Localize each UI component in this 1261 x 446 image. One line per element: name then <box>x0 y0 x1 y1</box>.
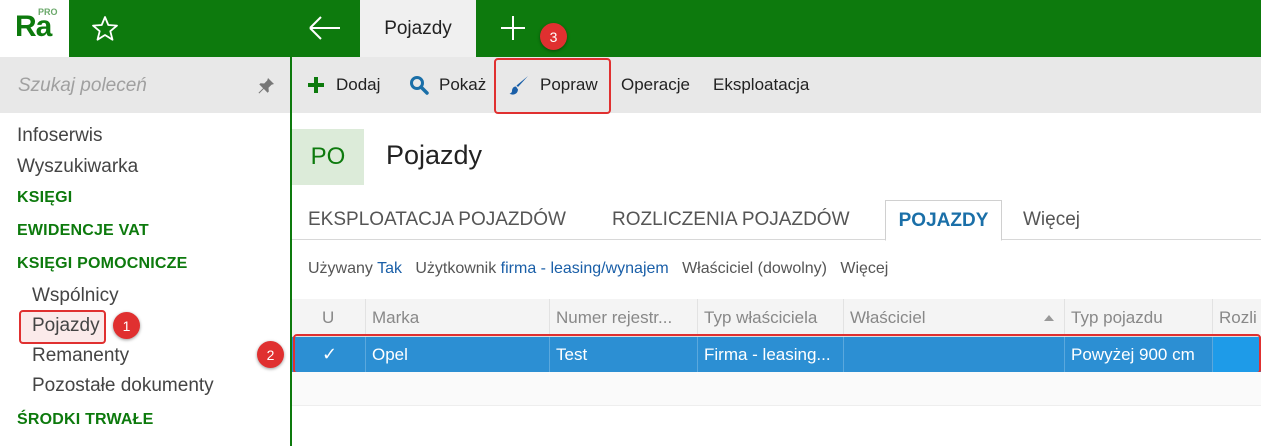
edit-button-highlight <box>494 58 611 114</box>
column-header-typ-wlasciciela[interactable]: Typ właściciela <box>698 299 844 337</box>
add-button-label: Dodaj <box>336 75 381 94</box>
exploitation-button-label: Eksploatacja <box>713 75 810 94</box>
row-highlight <box>293 334 1261 374</box>
filter-more[interactable]: Więcej <box>840 260 888 277</box>
sidebar-item-remanenty[interactable]: Remanenty <box>32 345 129 367</box>
filter-user-value: firma - leasing/wynajem <box>500 260 669 277</box>
filter-user[interactable]: Użytkownik firma - leasing/wynajem <box>415 260 668 277</box>
filter-used-label: Używany <box>308 260 373 277</box>
column-header-wlasciciel[interactable]: Właściciel <box>844 299 1065 337</box>
show-button[interactable]: Pokaż <box>409 57 486 113</box>
plus-icon[interactable] <box>498 13 528 43</box>
show-button-label: Pokaż <box>439 75 487 94</box>
filter-bar: Używany Tak Użytkownik firma - leasing/w… <box>308 260 888 278</box>
add-button[interactable]: Dodaj <box>306 57 380 113</box>
sidebar-item-pojazdy[interactable]: Pojazdy <box>32 315 100 337</box>
filter-owner[interactable]: Właściciel (dowolny) <box>682 260 827 277</box>
tab-rozliczenia-pojazdow[interactable]: ROZLICZENIA POJAZDÓW <box>612 200 850 240</box>
column-header-marka[interactable]: Marka <box>366 299 550 337</box>
operations-button[interactable]: Operacje <box>621 57 690 113</box>
grid-empty-area <box>292 405 1261 446</box>
column-header-typ-pojazdu[interactable]: Typ pojazdu <box>1065 299 1213 337</box>
column-header-u[interactable]: U <box>292 299 366 337</box>
page-title: Pojazdy <box>386 140 483 170</box>
plus-icon <box>308 77 324 93</box>
star-icon[interactable] <box>90 14 120 44</box>
filter-used[interactable]: Używany Tak <box>308 260 402 277</box>
app-logo[interactable]: Ra PRO <box>0 0 69 57</box>
sidebar-section-ksiegi[interactable]: KSIĘGI <box>17 189 72 207</box>
top-bar: Ra PRO Pojazdy <box>0 0 1261 57</box>
sort-ascending-icon <box>1044 315 1054 321</box>
grid-header: U Marka Numer rejestr... Typ właściciela… <box>292 299 1261 337</box>
filter-user-label: Użytkownik <box>415 260 497 277</box>
column-header-numer-rejestracyjny[interactable]: Numer rejestr... <box>550 299 698 337</box>
tab-wiecej[interactable]: Więcej <box>1023 200 1080 240</box>
callout-marker-1: 1 <box>113 312 140 339</box>
operations-button-label: Operacje <box>621 75 690 94</box>
sidebar-item-infoserwis[interactable]: Infoserwis <box>17 125 103 147</box>
sidebar-section-srodki-trwale[interactable]: ŚRODKI TRWAŁE <box>17 411 154 429</box>
command-search <box>0 57 290 113</box>
pin-icon[interactable] <box>257 77 275 95</box>
toolbar: Dodaj Pokaż Popraw Operacje Eksploatacja <box>292 57 1261 113</box>
sidebar-section-ksiegi-pomocnicze[interactable]: KSIĘGI POMOCNICZE <box>17 255 188 273</box>
callout-marker-3: 3 <box>540 23 567 50</box>
column-header-wlasciciel-label: Właściciel <box>850 308 926 327</box>
page-badge: PO <box>292 129 364 185</box>
callout-marker-2: 2 <box>257 341 284 368</box>
subtabs: EKSPLOATACJA POJAZDÓW ROZLICZENIA POJAZD… <box>292 200 1261 241</box>
tab-eksploatacja-pojazdow[interactable]: EKSPLOATACJA POJAZDÓW <box>308 200 566 240</box>
tab-pojazdy-active[interactable]: POJAZDY <box>885 200 1002 241</box>
sidebar-item-pozostale-dokumenty[interactable]: Pozostałe dokumenty <box>32 375 214 397</box>
column-header-rozliczenie[interactable]: Rozli <box>1213 299 1261 337</box>
sidebar-item-wspolnicy[interactable]: Wspólnicy <box>32 285 119 307</box>
tab-pojazdy[interactable]: Pojazdy <box>360 0 476 57</box>
search-input[interactable] <box>18 73 238 99</box>
search-icon <box>410 76 429 95</box>
left-panel: Infoserwis Wyszukiwarka KSIĘGI EWIDENCJE… <box>0 57 290 446</box>
sidebar-item-wyszukiwarka[interactable]: Wyszukiwarka <box>17 156 138 178</box>
logo-badge: PRO <box>38 7 58 17</box>
table-row-empty[interactable] <box>292 372 1261 405</box>
exploitation-button[interactable]: Eksploatacja <box>713 57 809 113</box>
arrow-left-icon[interactable] <box>307 13 343 43</box>
filter-used-value: Tak <box>377 260 402 277</box>
sidebar-section-ewidencje-vat[interactable]: EWIDENCJE VAT <box>17 222 149 240</box>
